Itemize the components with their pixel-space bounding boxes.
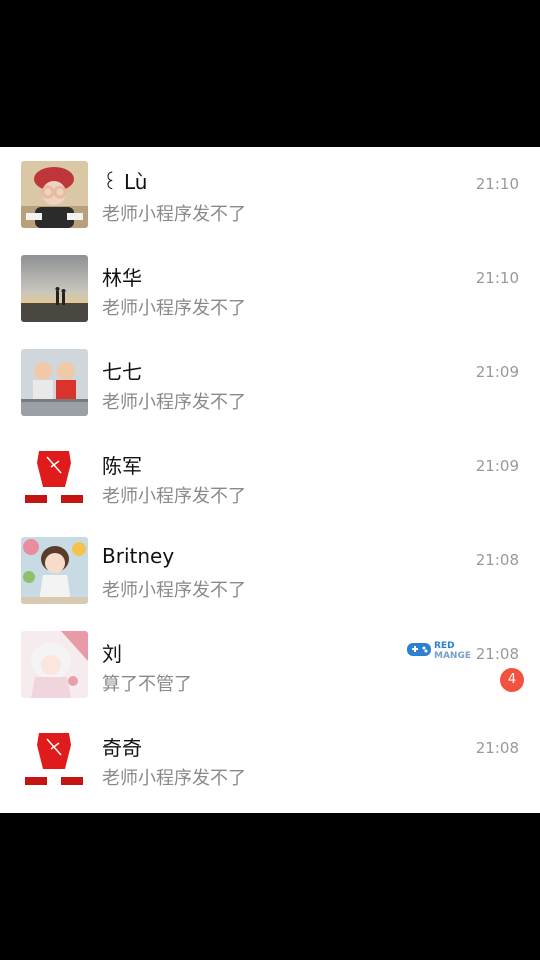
chat-time: 21:10 xyxy=(475,175,519,193)
avatar[interactable] xyxy=(21,725,88,792)
chat-row[interactable]: 陈军 老师小程序发不了 21:09 xyxy=(0,429,540,523)
chat-time: 21:09 xyxy=(475,363,519,381)
chat-preview: 老师小程序发不了 xyxy=(102,768,246,789)
chat-preview: 算了不管了 xyxy=(102,674,192,695)
svg-text:MANGE: MANGE xyxy=(434,651,471,661)
chat-row[interactable]: 七七 老师小程序发不了 21:09 xyxy=(0,335,540,429)
chat-name: 刘 xyxy=(102,642,122,666)
chat-preview: 老师小程序发不了 xyxy=(102,486,246,507)
chat-row[interactable]: 刘 算了不管了 RED MANGE 21:08 4 xyxy=(0,617,540,711)
bottom-black-bar xyxy=(0,813,540,960)
chat-row[interactable]: 奇奇 老师小程序发不了 21:08 xyxy=(0,711,540,805)
avatar[interactable] xyxy=(21,349,88,416)
chat-name: 林华 xyxy=(102,266,142,290)
avatar[interactable] xyxy=(21,443,88,510)
chat-list: ꒰ Lù 老师小程序发不了 21:10 林华 老师小程序发不了 21:10 七七… xyxy=(0,147,540,813)
gamepad-icon xyxy=(407,643,431,656)
avatar[interactable] xyxy=(21,537,88,604)
watermark-logo: RED MANGE xyxy=(406,637,478,661)
chat-name: ꒰ Lù xyxy=(102,170,148,194)
chat-time: 21:08 xyxy=(475,645,519,663)
chat-name: 七七 xyxy=(102,360,142,384)
svg-text:RED: RED xyxy=(434,641,455,651)
unread-badge: 4 xyxy=(500,668,524,692)
chat-preview: 老师小程序发不了 xyxy=(102,204,246,225)
chat-row[interactable]: ꒰ Lù 老师小程序发不了 21:10 xyxy=(0,147,540,241)
chat-row[interactable]: Britney 老师小程序发不了 21:08 xyxy=(0,523,540,617)
chat-name: 陈军 xyxy=(102,454,142,478)
chat-preview: 老师小程序发不了 xyxy=(102,298,246,319)
top-black-bar xyxy=(0,0,540,147)
avatar[interactable] xyxy=(21,631,88,698)
avatar[interactable] xyxy=(21,161,88,228)
chat-time: 21:09 xyxy=(475,457,519,475)
chat-time: 21:10 xyxy=(475,269,519,287)
chat-time: 21:08 xyxy=(475,739,519,757)
chat-preview: 老师小程序发不了 xyxy=(102,580,246,601)
chat-row[interactable]: 林华 老师小程序发不了 21:10 xyxy=(0,241,540,335)
chat-preview: 老师小程序发不了 xyxy=(102,392,246,413)
chat-time: 21:08 xyxy=(475,551,519,569)
chat-name: Britney xyxy=(102,544,175,568)
avatar[interactable] xyxy=(21,255,88,322)
chat-name: 奇奇 xyxy=(102,736,142,760)
